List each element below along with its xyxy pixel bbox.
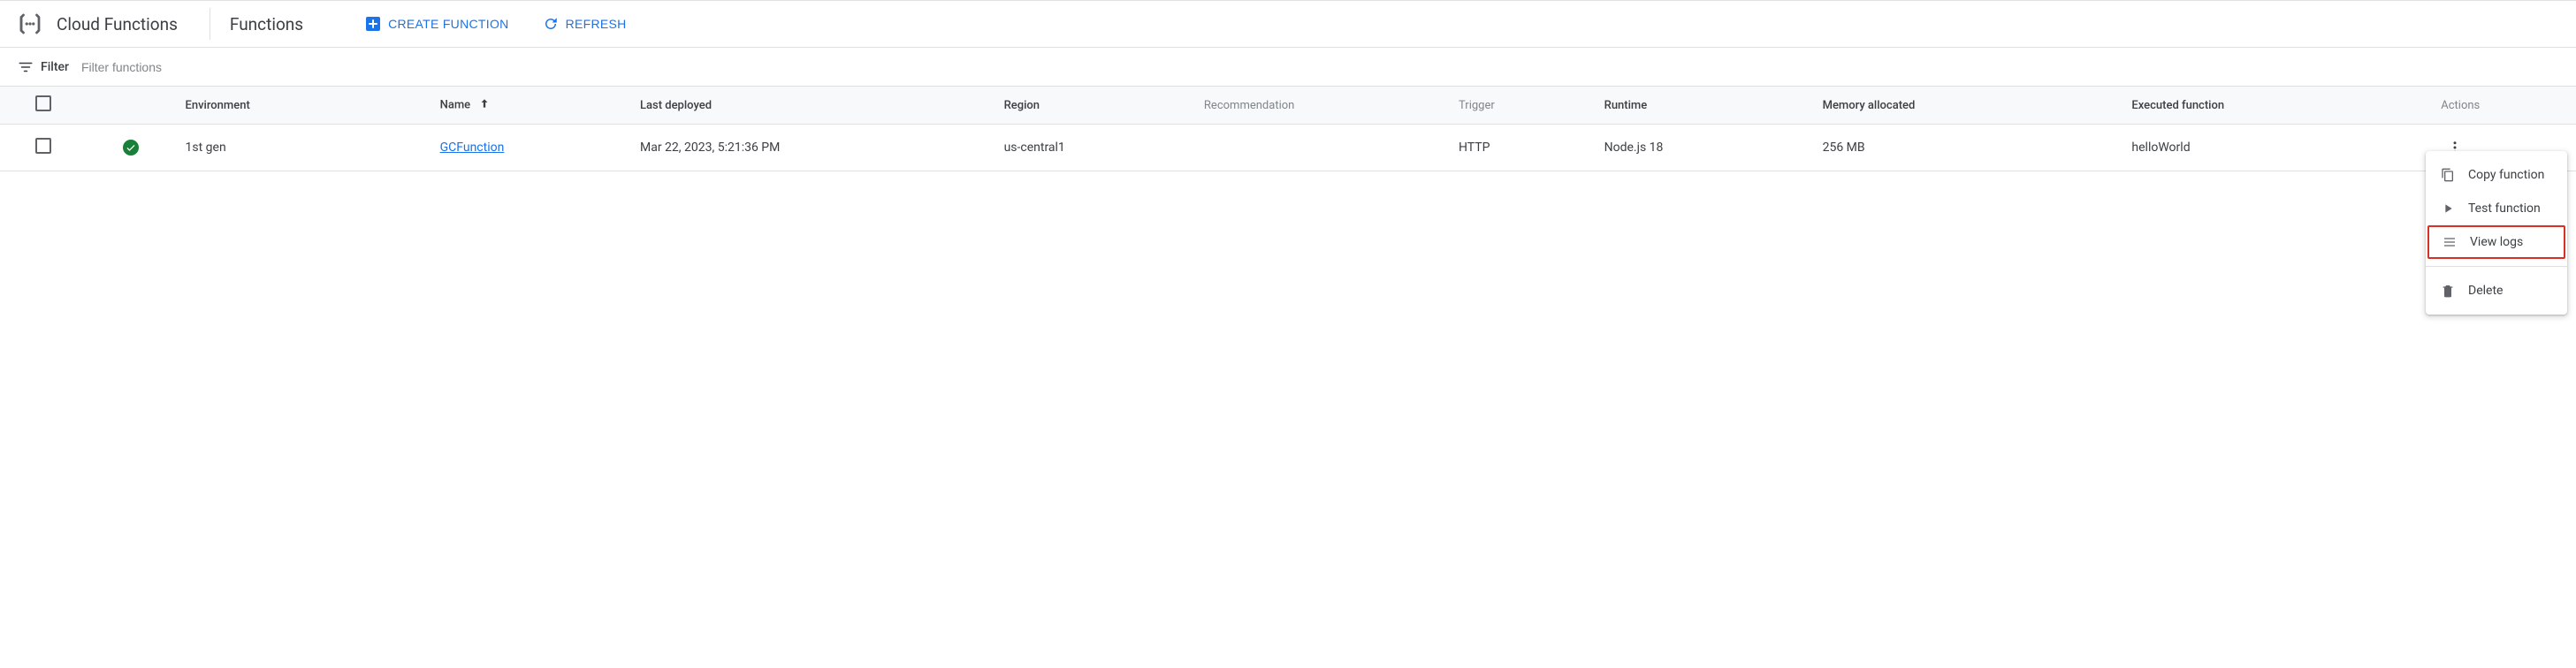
product-title: Cloud Functions — [57, 14, 178, 34]
cell-runtime: Node.js 18 — [1594, 125, 1812, 171]
cell-trigger: HTTP — [1448, 125, 1594, 171]
cell-last-deployed: Mar 22, 2023, 5:21:36 PM — [629, 125, 994, 171]
col-region[interactable]: Region — [994, 87, 1193, 125]
select-all-header[interactable] — [0, 87, 88, 125]
status-header — [88, 87, 175, 125]
row-actions-menu: Copy function Test function — [2426, 151, 2567, 315]
page-title: Functions — [230, 14, 303, 34]
col-environment[interactable]: Environment — [175, 87, 430, 125]
refresh-button[interactable]: Refresh — [534, 9, 636, 39]
status-ok-icon — [123, 140, 139, 156]
cloud-functions-icon — [16, 10, 44, 38]
menu-view-logs[interactable]: View logs — [2427, 225, 2565, 259]
trash-icon — [2440, 283, 2456, 299]
col-trigger[interactable]: Trigger — [1448, 87, 1594, 125]
function-name-link[interactable]: GCFunction — [440, 140, 505, 155]
menu-separator — [2426, 266, 2567, 267]
menu-copy-function[interactable]: Copy function — [2426, 158, 2567, 192]
cell-environment: 1st gen — [175, 125, 430, 171]
plus-box-icon — [365, 16, 381, 32]
col-memory[interactable]: Memory allocated — [1812, 87, 2122, 125]
menu-test-function[interactable]: Test function — [2426, 192, 2567, 225]
cell-region: us-central1 — [994, 125, 1193, 171]
col-name[interactable]: Name — [430, 87, 629, 125]
table-row: 1st gen GCFunction Mar 22, 2023, 5:21:36… — [0, 125, 2576, 171]
refresh-icon — [543, 16, 559, 32]
menu-delete[interactable]: Delete — [2426, 274, 2567, 307]
create-label: Create Function — [388, 17, 508, 31]
cell-memory: 256 MB — [1812, 125, 2122, 171]
refresh-label: Refresh — [566, 17, 627, 31]
cell-recommendation — [1193, 125, 1448, 171]
cell-executed: helloWorld — [2121, 125, 2430, 171]
top-bar: Cloud Functions Functions Create Functio… — [0, 0, 2576, 48]
sort-asc-icon — [478, 97, 491, 113]
col-runtime[interactable]: Runtime — [1594, 87, 1812, 125]
copy-icon — [2440, 167, 2456, 183]
filter-icon — [18, 59, 34, 75]
functions-table: Environment Name Last deployed Region Re… — [0, 87, 2576, 171]
create-function-button[interactable]: Create Function — [356, 9, 517, 39]
col-actions: Actions — [2430, 87, 2576, 125]
filter-input[interactable] — [76, 55, 2558, 80]
table-header-row: Environment Name Last deployed Region Re… — [0, 87, 2576, 125]
select-all-checkbox[interactable] — [35, 95, 51, 111]
col-last-deployed[interactable]: Last deployed — [629, 87, 994, 125]
list-icon — [2442, 234, 2458, 250]
product-area: Cloud Functions — [16, 10, 210, 38]
filter-bar: Filter — [0, 48, 2576, 87]
filter-label: Filter — [41, 60, 69, 74]
play-icon — [2440, 201, 2456, 216]
row-checkbox[interactable] — [35, 138, 51, 154]
col-recommendation[interactable]: Recommendation — [1193, 87, 1448, 125]
col-executed[interactable]: Executed function — [2121, 87, 2430, 125]
